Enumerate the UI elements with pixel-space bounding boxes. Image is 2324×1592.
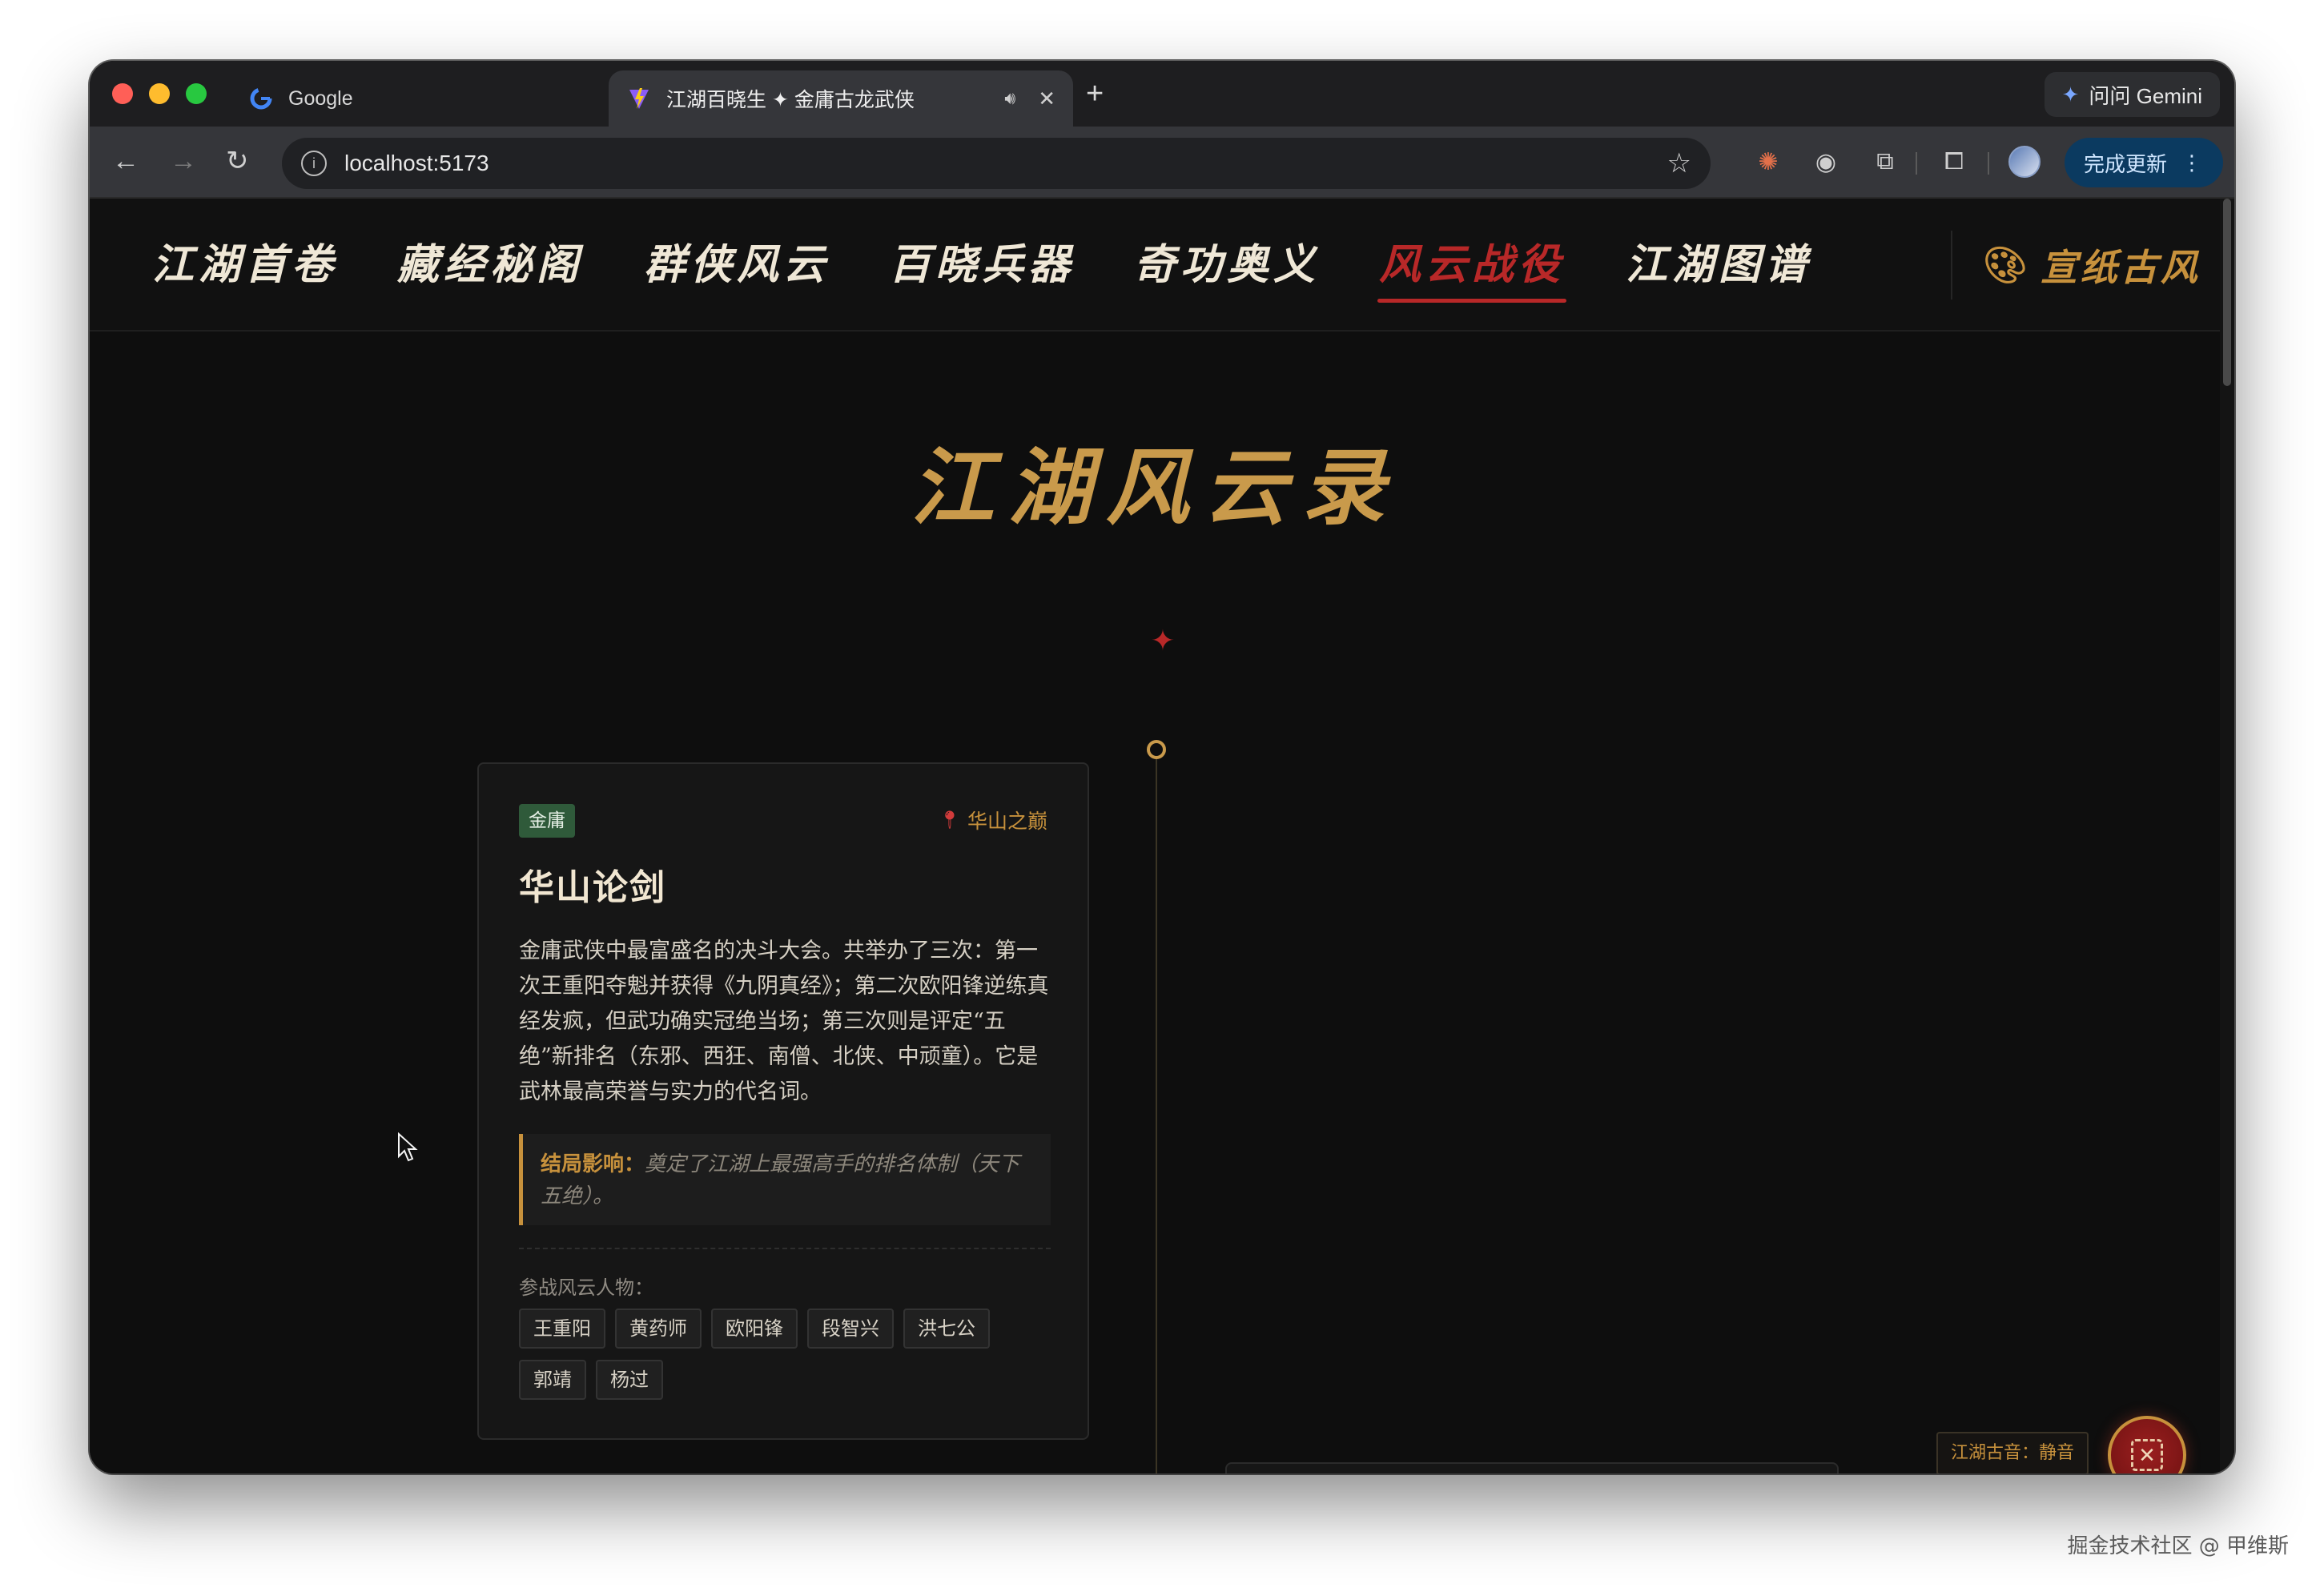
tab-strip: Google ✕ 江湖百晓生 ✦ 金庸古龙武侠 🔊︎ ✕ + ✦ 问问 Gemi… — [90, 61, 2234, 127]
participant-chip[interactable]: 黄药师 — [615, 1309, 702, 1349]
minimize-window-button[interactable] — [149, 83, 170, 104]
site-info-icon[interactable]: i — [301, 151, 327, 176]
watermark: 掘金技术社区 @ 甲维斯 — [2067, 1534, 2289, 1558]
participant-chip[interactable]: 王重阳 — [519, 1309, 605, 1349]
music-status-label: 江湖古音：静音 — [1936, 1432, 2089, 1473]
theme-toggle-label: 宣纸古风 — [2040, 246, 2201, 289]
toolbar-separator — [1988, 152, 1989, 175]
participants-label: 参战风云人物： — [519, 1276, 653, 1299]
nav-item-baixiao-bingqi[interactable]: 百晓兵器 — [889, 235, 1075, 295]
event-location: 📍︎ 华山之巅 — [939, 806, 1047, 834]
browser-toolbar: ← → ↻ i localhost:5173 ☆ ✺ ◉ ⧉ ⧠ 完成更新 ⋮ — [90, 127, 2234, 199]
nav-divider — [1951, 231, 1952, 300]
gemini-icon: ✦ — [2061, 82, 2080, 107]
mute-icon: ✕ — [2131, 1439, 2163, 1471]
participant-chip[interactable]: 段智兴 — [807, 1309, 894, 1349]
address-bar[interactable]: i localhost:5173 ☆ — [282, 138, 1711, 189]
participants-list: 王重阳 黄药师 欧阳锋 段智兴 洪七公 郭靖 杨过 — [519, 1309, 1051, 1400]
bookmark-star-icon[interactable]: ☆ — [1667, 147, 1691, 179]
vite-icon — [626, 86, 652, 111]
url-text: localhost:5173 — [344, 151, 489, 175]
author-badge: 金庸 — [519, 804, 575, 838]
impact-label: 结局影响： — [541, 1152, 645, 1176]
event-description: 金庸武侠中最富盛名的决斗大会。共举办了三次：第一次王重阳夺魁并获得《九阴真经》；… — [519, 939, 1049, 1104]
site-navbar: 江湖首卷 藏经秘阁 群侠风云 百晓兵器 奇功奥义 风云战役 江湖图谱 🎨︎ 宣纸… — [90, 199, 2220, 332]
extensions-puzzle-icon[interactable]: ⧉ — [1869, 146, 1901, 178]
event-impact: 结局影响：奠定了江湖上最强高手的排名体制（天下五绝）。 — [519, 1134, 1051, 1225]
maximize-window-button[interactable] — [186, 83, 207, 104]
participant-chip[interactable]: 郭靖 — [519, 1360, 586, 1400]
mouse-cursor-icon — [398, 1132, 418, 1162]
speaker-icon[interactable]: 🔊︎ — [1004, 88, 1015, 109]
ornament-star-icon: ✦ — [1150, 624, 1176, 657]
nav-item-fengyun-zhanyi[interactable]: 风云战役 — [1377, 235, 1567, 303]
music-toggle-button[interactable]: ✕ — [2108, 1416, 2186, 1473]
nav-item-qigong-aoyi[interactable]: 奇功奥义 — [1134, 235, 1320, 295]
palette-icon: 🎨︎ — [1983, 245, 2031, 286]
timeline-line — [1156, 759, 1157, 1473]
page-content: 江湖首卷 藏经秘阁 群侠风云 百晓兵器 奇功奥义 风云战役 江湖图谱 🎨︎ 宣纸… — [90, 199, 2234, 1473]
event-title: 华山论剑 — [519, 867, 666, 908]
timeline-dot — [1147, 740, 1166, 759]
scrollbar-thumb[interactable] — [2223, 199, 2231, 386]
update-label: 完成更新 — [2083, 151, 2167, 176]
participant-chip[interactable]: 杨过 — [596, 1360, 663, 1400]
reload-button[interactable]: ↻ — [226, 147, 249, 175]
tab-jianghu[interactable]: 江湖百晓生 ✦ 金庸古龙武侠 🔊︎ ✕ — [609, 70, 1073, 127]
extension-sunburst-icon[interactable]: ✺ — [1752, 146, 1784, 178]
nav-item-jianghu-tupu[interactable]: 江湖图谱 — [1626, 235, 1811, 295]
location-label: 华山之巅 — [967, 810, 1047, 833]
tab-title: Google — [288, 86, 353, 110]
nav-item-jianghu-shoujuan[interactable]: 江湖首卷 — [152, 235, 338, 295]
profile-avatar[interactable] — [2008, 146, 2041, 178]
page-title: 江湖风云录 — [910, 438, 1399, 537]
participant-chip[interactable]: 欧阳锋 — [711, 1309, 798, 1349]
close-tab-icon[interactable]: ✕ — [1038, 86, 1055, 111]
close-window-button[interactable] — [112, 83, 133, 104]
nav-item-cangjing-mige[interactable]: 藏经秘阁 — [397, 235, 583, 295]
gemini-button[interactable]: ✦ 问问 Gemini — [2044, 72, 2220, 117]
theme-toggle-button[interactable]: 🎨︎ 宣纸古风 — [1983, 239, 2201, 291]
update-button[interactable]: 完成更新 ⋮ — [2064, 138, 2223, 187]
participant-chip[interactable]: 洪七公 — [903, 1309, 990, 1349]
more-menu-icon[interactable]: ⋮ — [2181, 151, 2202, 175]
extension-chat-icon[interactable]: ◉ — [1810, 146, 1842, 178]
nav-item-qunxia-fengyun[interactable]: 群侠风云 — [644, 235, 830, 295]
forward-button[interactable]: → — [170, 147, 197, 175]
location-pin-icon: 📍︎ — [939, 810, 961, 830]
toolbar-separator — [1916, 152, 1917, 175]
tab-title: 江湖百晓生 ✦ 金庸古龙武侠 — [666, 89, 915, 111]
next-event-card — [1225, 1462, 1839, 1473]
back-button[interactable]: ← — [112, 147, 139, 175]
gemini-label: 问问 Gemini — [2089, 83, 2202, 108]
new-tab-button[interactable]: + — [1086, 77, 1104, 111]
cast-search-icon[interactable]: ⧠ — [1938, 146, 1970, 178]
page-scrollbar[interactable] — [2220, 199, 2234, 1473]
browser-window: Google ✕ 江湖百晓生 ✦ 金庸古龙武侠 🔊︎ ✕ + ✦ 问问 Gemi… — [90, 61, 2234, 1473]
battle-event-card: 金庸 📍︎ 华山之巅 华山论剑 金庸武侠中最富盛名的决斗大会。共举办了三次：第一… — [477, 762, 1089, 1440]
divider — [519, 1248, 1051, 1249]
google-icon — [248, 86, 274, 111]
